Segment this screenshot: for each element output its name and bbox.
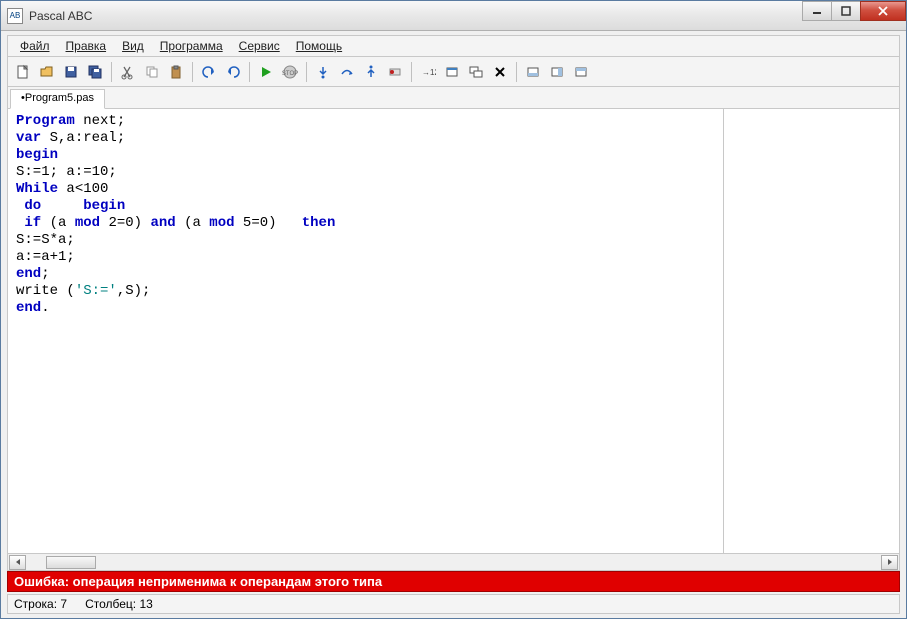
error-bar: Ошибка: операция неприменима к операндам… bbox=[7, 571, 900, 592]
redo-icon[interactable] bbox=[222, 61, 244, 83]
panel2-icon[interactable] bbox=[546, 61, 568, 83]
scroll-left-icon[interactable] bbox=[9, 555, 26, 570]
step-out-icon[interactable] bbox=[360, 61, 382, 83]
stop-icon[interactable]: STOP bbox=[279, 61, 301, 83]
separator bbox=[111, 62, 112, 82]
scroll-thumb[interactable] bbox=[46, 556, 96, 569]
separator bbox=[516, 62, 517, 82]
step-over-icon[interactable] bbox=[336, 61, 358, 83]
separator bbox=[411, 62, 412, 82]
minimize-button[interactable] bbox=[802, 1, 832, 21]
menu-help[interactable]: Помощь bbox=[288, 37, 350, 55]
window-stack-icon[interactable] bbox=[465, 61, 487, 83]
menubar: Файл Правка Вид Программа Сервис Помощь bbox=[7, 35, 900, 57]
run-icon[interactable] bbox=[255, 61, 277, 83]
menu-file[interactable]: Файл bbox=[12, 37, 58, 55]
undo-icon[interactable] bbox=[198, 61, 220, 83]
status-column: Столбец: 13 bbox=[85, 597, 153, 611]
menu-edit[interactable]: Правка bbox=[58, 37, 115, 55]
goto-line-icon[interactable]: →123 bbox=[417, 61, 439, 83]
menu-program[interactable]: Программа bbox=[152, 37, 231, 55]
new-file-icon[interactable] bbox=[12, 61, 34, 83]
step-into-icon[interactable] bbox=[312, 61, 334, 83]
close-button[interactable] bbox=[860, 1, 906, 21]
window-close-icon[interactable] bbox=[489, 61, 511, 83]
window-title: Pascal ABC bbox=[29, 9, 92, 23]
menu-view[interactable]: Вид bbox=[114, 37, 152, 55]
window-controls bbox=[803, 1, 906, 21]
app-window: AB Pascal ABC Файл Правка Вид Программа … bbox=[0, 0, 907, 619]
menu-service[interactable]: Сервис bbox=[231, 37, 288, 55]
separator bbox=[249, 62, 250, 82]
save-all-icon[interactable] bbox=[84, 61, 106, 83]
status-bar: Строка: 7 Столбец: 13 bbox=[7, 594, 900, 614]
copy-icon[interactable] bbox=[141, 61, 163, 83]
status-line: Строка: 7 bbox=[14, 597, 67, 611]
tab-bar: •Program5.pas bbox=[7, 87, 900, 109]
window-new-icon[interactable] bbox=[441, 61, 463, 83]
horizontal-scrollbar[interactable] bbox=[7, 554, 900, 571]
save-icon[interactable] bbox=[60, 61, 82, 83]
file-tab[interactable]: •Program5.pas bbox=[10, 89, 105, 109]
open-file-icon[interactable] bbox=[36, 61, 58, 83]
app-icon: AB bbox=[7, 8, 23, 24]
code-editor[interactable]: Program next; var S,a:real; begin S:=1; … bbox=[8, 109, 724, 553]
breakpoint-icon[interactable] bbox=[384, 61, 406, 83]
titlebar[interactable]: AB Pascal ABC bbox=[1, 1, 906, 31]
scroll-right-icon[interactable] bbox=[881, 555, 898, 570]
editor-area: Program next; var S,a:real; begin S:=1; … bbox=[7, 109, 900, 554]
svg-text:STOP: STOP bbox=[282, 71, 298, 77]
cut-icon[interactable] bbox=[117, 61, 139, 83]
paste-icon[interactable] bbox=[165, 61, 187, 83]
separator bbox=[306, 62, 307, 82]
svg-text:→123: →123 bbox=[422, 68, 436, 77]
toolbar: STOP →123 bbox=[7, 57, 900, 87]
scroll-track[interactable] bbox=[26, 555, 881, 570]
maximize-button[interactable] bbox=[831, 1, 861, 21]
panel3-icon[interactable] bbox=[570, 61, 592, 83]
side-panel bbox=[724, 109, 899, 553]
panel1-icon[interactable] bbox=[522, 61, 544, 83]
separator bbox=[192, 62, 193, 82]
